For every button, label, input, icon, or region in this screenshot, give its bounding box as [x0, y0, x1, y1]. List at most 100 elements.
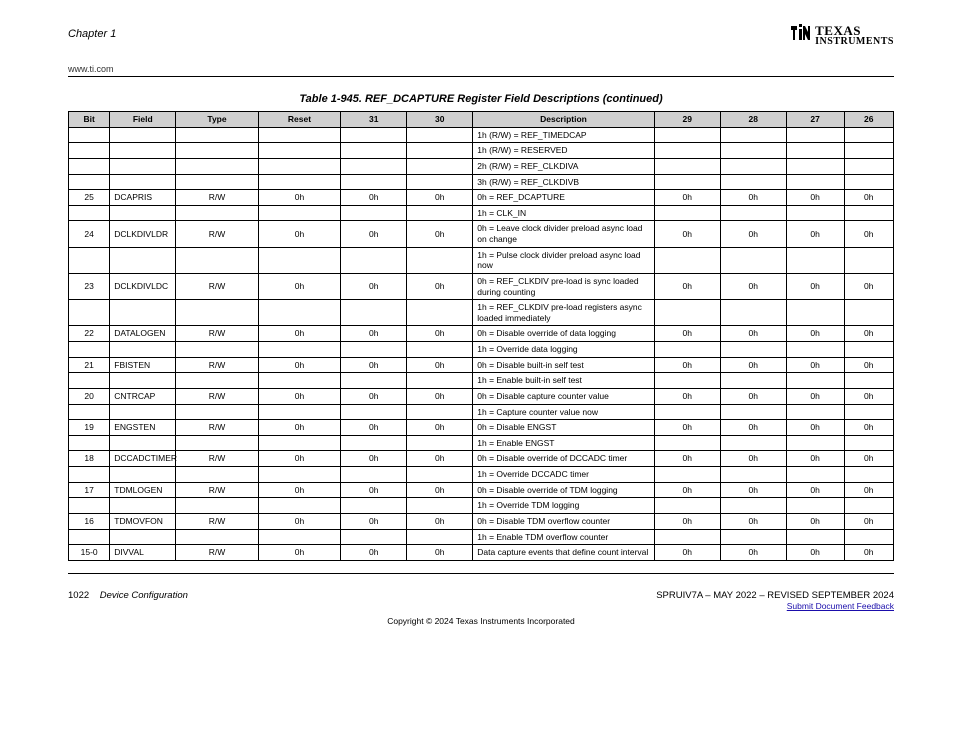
table-cell: 22 [69, 326, 110, 342]
table-cell: DATALOGEN [110, 326, 176, 342]
table-cell [110, 498, 176, 514]
table-cell [720, 404, 786, 420]
table-cell: 19 [69, 420, 110, 436]
table-cell [341, 342, 407, 358]
table-row: 21FBISTENR/W0h0h0h0h = Disable built-in … [69, 357, 894, 373]
table-cell: ENGSTEN [110, 420, 176, 436]
page-number: 1022 [68, 590, 89, 601]
table-cell [407, 205, 473, 221]
table-cell [786, 467, 844, 483]
column-header: 27 [786, 112, 844, 128]
table-cell: 0h [720, 545, 786, 561]
table-cell: 23 [69, 273, 110, 299]
header-url[interactable]: www.ti.com [68, 64, 894, 74]
table-cell: 0h [786, 221, 844, 247]
table-cell: 0h [258, 420, 341, 436]
table-cell [407, 247, 473, 273]
table-cell: 1h = Override DCCADC timer [473, 467, 655, 483]
table-cell: 0h [844, 482, 894, 498]
feedback-link[interactable]: Submit Document Feedback [787, 601, 894, 611]
table-cell: 2h (R/W) = REF_CLKDIVA [473, 158, 655, 174]
table-cell: 0h [341, 326, 407, 342]
table-cell: DCCADCTIMER [110, 451, 176, 467]
table-cell: 0h [654, 420, 720, 436]
table-cell: 0h [258, 326, 341, 342]
table-cell [786, 247, 844, 273]
table-cell [258, 467, 341, 483]
table-cell [720, 342, 786, 358]
table-cell: TDMLOGEN [110, 482, 176, 498]
table-caption: Table 1-945. REF_DCAPTURE Register Field… [68, 93, 894, 105]
table-cell [341, 300, 407, 326]
table-row: 2h (R/W) = REF_CLKDIVA [69, 158, 894, 174]
table-cell: 0h = Leave clock divider preload async l… [473, 221, 655, 247]
table-cell [341, 373, 407, 389]
table-row: 1h = Override DCCADC timer [69, 467, 894, 483]
table-cell: Data capture events that define count in… [473, 545, 655, 561]
table-row: 25DCAPRISR/W0h0h0h0h = REF_DCAPTURE0h0h0… [69, 190, 894, 206]
table-cell [654, 127, 720, 143]
table-cell [407, 342, 473, 358]
table-cell [258, 342, 341, 358]
table-cell: 0h [654, 190, 720, 206]
table-cell [407, 143, 473, 159]
table-cell [786, 205, 844, 221]
table-cell [407, 127, 473, 143]
column-header: Description [473, 112, 655, 128]
table-cell [654, 467, 720, 483]
table-cell: 0h = Disable override of TDM logging [473, 482, 655, 498]
table-cell [844, 247, 894, 273]
table-cell: 0h [407, 388, 473, 404]
table-cell [341, 143, 407, 159]
column-header: Field [110, 112, 176, 128]
table-cell [341, 435, 407, 451]
table-body: 1h (R/W) = REF_TIMEDCAP1h (R/W) = RESERV… [69, 127, 894, 560]
table-cell: 0h [844, 326, 894, 342]
table-cell: 0h [407, 420, 473, 436]
table-cell [720, 435, 786, 451]
table-cell [786, 300, 844, 326]
header-rule [68, 76, 894, 77]
table-cell [341, 467, 407, 483]
table-cell [720, 205, 786, 221]
footer-rule [68, 573, 894, 574]
table-cell [176, 373, 259, 389]
table-cell: 0h [720, 273, 786, 299]
table-cell [341, 158, 407, 174]
table-cell [407, 467, 473, 483]
table-cell [341, 498, 407, 514]
table-cell [176, 205, 259, 221]
table-cell [69, 247, 110, 273]
table-cell [407, 404, 473, 420]
table-cell: DIVVAL [110, 545, 176, 561]
table-cell [786, 127, 844, 143]
table-cell [69, 158, 110, 174]
table-cell: 21 [69, 357, 110, 373]
table-row: 20CNTRCAPR/W0h0h0h0h = Disable capture c… [69, 388, 894, 404]
table-cell [176, 300, 259, 326]
table-cell: 0h [407, 451, 473, 467]
table-cell [407, 158, 473, 174]
table-cell: 16 [69, 513, 110, 529]
table-cell [110, 127, 176, 143]
table-cell: R/W [176, 482, 259, 498]
table-cell [258, 498, 341, 514]
table-cell: 0h [341, 388, 407, 404]
table-cell [176, 467, 259, 483]
table-cell: DCAPRIS [110, 190, 176, 206]
table-cell [110, 529, 176, 545]
table-cell [844, 467, 894, 483]
table-cell [69, 127, 110, 143]
table-cell: 0h = REF_CLKDIV pre-load is sync loaded … [473, 273, 655, 299]
table-cell: 0h [844, 190, 894, 206]
table-cell [69, 498, 110, 514]
table-cell: 0h = Disable ENGST [473, 420, 655, 436]
table-cell: R/W [176, 190, 259, 206]
table-cell [110, 342, 176, 358]
table-cell: 18 [69, 451, 110, 467]
table-cell [654, 435, 720, 451]
table-cell [110, 205, 176, 221]
table-cell [407, 174, 473, 190]
table-cell: 1h = REF_CLKDIV pre-load registers async… [473, 300, 655, 326]
table-cell: R/W [176, 273, 259, 299]
